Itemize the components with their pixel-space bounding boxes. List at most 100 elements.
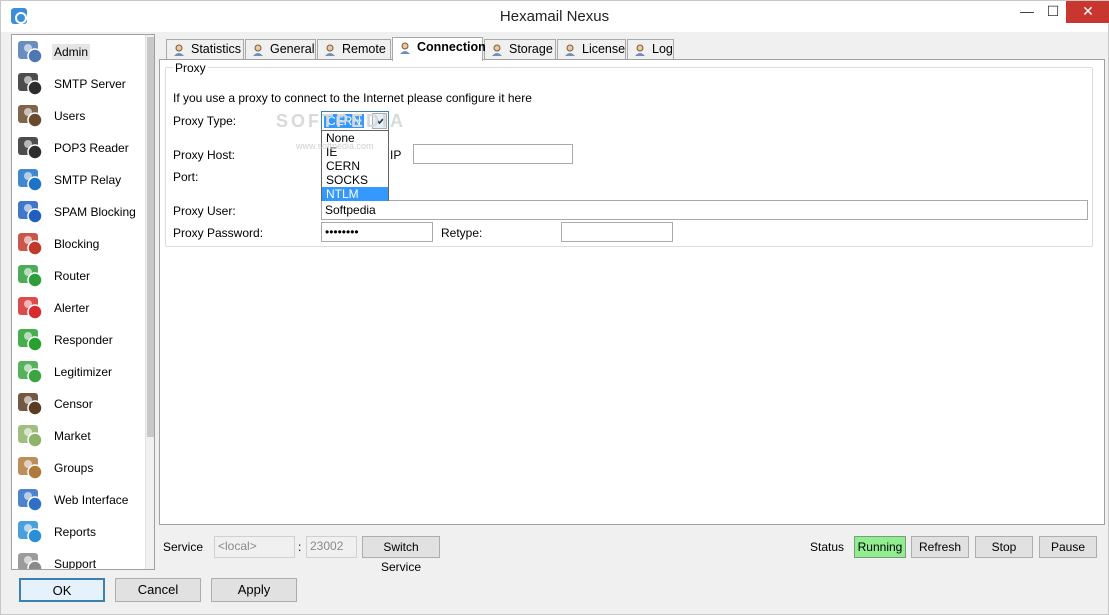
legitimizer-icon — [16, 357, 46, 387]
minimize-button[interactable]: — — [1014, 1, 1040, 23]
alerter-icon — [16, 293, 46, 323]
service-host-input[interactable]: <local> — [214, 536, 295, 558]
sidebar-item-web-interface[interactable]: Web Interface — [14, 484, 142, 516]
retype-password-input[interactable] — [561, 222, 673, 242]
sidebar-item-label: Admin — [52, 44, 91, 60]
service-port-input[interactable]: 23002 — [306, 536, 357, 558]
tab-label: Connection — [417, 40, 486, 54]
status-badge: Running — [854, 536, 906, 558]
sidebar-item-label: Censor — [54, 397, 93, 411]
sidebar-item-label: Market — [54, 429, 91, 443]
sidebar-item-label: Blocking — [54, 237, 100, 251]
window-title: Hexamail Nexus — [499, 8, 610, 25]
tab-general[interactable]: General — [245, 39, 316, 60]
tab-label: Log — [652, 42, 673, 56]
sidebar-item-admin[interactable]: Admin — [14, 36, 142, 68]
proxy-password-label: Proxy Password: — [173, 226, 264, 240]
switch-service-button[interactable]: Switch Service — [362, 536, 440, 574]
censor-icon — [16, 389, 46, 419]
cancel-button[interactable]: Cancel — [115, 578, 201, 602]
sidebar-item-pop3-reader[interactable]: POP3 Reader — [14, 132, 142, 164]
sidebar-item-blocking[interactable]: Blocking — [14, 228, 142, 260]
proxy-ip-label: IP — [390, 148, 402, 162]
sidebar-item-responder[interactable]: Responder — [14, 324, 142, 356]
admin-tab-icon — [323, 43, 337, 57]
proxy-ip-input[interactable] — [413, 144, 573, 164]
module-sidebar: Admin SMTP Server Users POP3 Reader SMTP Rel… — [11, 34, 155, 570]
proxy-password-input[interactable]: •••••••• — [321, 222, 433, 242]
tab-license[interactable]: License — [557, 39, 626, 60]
sidebar-item-alerter[interactable]: Alerter — [14, 292, 142, 324]
title-bar: Hexamail Nexus — ☐ ✕ — [1, 1, 1109, 32]
sidebar-item-support[interactable]: Support — [14, 548, 142, 570]
proxy-type-option-ntlm[interactable]: NTLM — [322, 187, 388, 201]
sidebar-item-market[interactable]: Market — [14, 420, 142, 452]
proxy-type-label: Proxy Type: — [173, 114, 237, 128]
proxy-type-option-cern[interactable]: CERN — [322, 159, 388, 173]
tab-statistics[interactable]: Statistics — [166, 39, 244, 60]
pop3-reader-icon — [16, 133, 46, 163]
tab-log[interactable]: Log — [627, 39, 674, 60]
sidebar-item-label: SMTP Relay — [54, 173, 122, 187]
sidebar-scrollbar[interactable] — [145, 35, 154, 569]
tab-remote[interactable]: Remote — [317, 39, 391, 60]
proxy-intro-text: If you use a proxy to connect to the Int… — [173, 91, 532, 105]
sidebar-item-label: Web Interface — [54, 493, 129, 507]
close-button[interactable]: ✕ — [1066, 1, 1109, 23]
admin-icon — [16, 37, 46, 67]
sidebar-item-reports[interactable]: Reports — [14, 516, 142, 548]
sidebar-item-router[interactable]: Router — [14, 260, 142, 292]
sidebar-item-censor[interactable]: Censor — [14, 388, 142, 420]
sidebar-item-label: Groups — [54, 461, 94, 475]
admin-tab-icon — [633, 43, 647, 57]
sidebar-item-spam-blocking[interactable]: SPAM Blocking — [14, 196, 142, 228]
tab-storage[interactable]: Storage — [484, 39, 556, 60]
pause-button[interactable]: Pause — [1039, 536, 1097, 558]
groups-icon — [16, 453, 46, 483]
apply-button[interactable]: Apply — [211, 578, 297, 602]
admin-tab-icon — [490, 43, 504, 57]
sidebar-item-users[interactable]: Users — [14, 100, 142, 132]
ok-button[interactable]: OK — [19, 578, 105, 602]
spam-blocking-icon — [16, 197, 46, 227]
sidebar-item-label: Responder — [54, 333, 113, 347]
tab-connection[interactable]: Connection — [392, 37, 486, 61]
sidebar-item-legitimizer[interactable]: Legitimizer — [14, 356, 142, 388]
sidebar-item-label: Support — [54, 557, 97, 570]
status-label: Status — [810, 540, 845, 554]
tab-label: Statistics — [191, 42, 242, 56]
service-colon: : — [298, 540, 302, 554]
sidebar-scrollbar-thumb[interactable] — [147, 37, 154, 437]
softpedia-watermark: SOFTPEDIA — [276, 111, 407, 131]
proxy-group: Proxy If you use a proxy to connect to t… — [165, 61, 1093, 247]
admin-tab-icon — [563, 43, 577, 57]
market-icon — [16, 421, 46, 451]
sidebar-item-label: Router — [54, 269, 91, 283]
reports-icon — [16, 517, 46, 547]
proxy-host-label: Proxy Host: — [173, 148, 236, 162]
admin-tab-icon — [251, 43, 265, 57]
stop-button[interactable]: Stop — [975, 536, 1033, 558]
sidebar-item-label: Legitimizer — [54, 365, 113, 379]
sidebar-item-smtp-relay[interactable]: SMTP Relay — [14, 164, 142, 196]
sidebar-item-label: SPAM Blocking — [54, 205, 136, 219]
sidebar-item-label: POP3 Reader — [54, 141, 129, 155]
sidebar-item-label: Users — [54, 109, 86, 123]
tab-label: General — [270, 42, 315, 56]
refresh-button[interactable]: Refresh — [911, 536, 969, 558]
sidebar-item-label: Reports — [54, 525, 97, 539]
retype-label: Retype: — [441, 226, 483, 240]
proxy-type-option-socks[interactable]: SOCKS — [322, 173, 388, 187]
smtp-relay-icon — [16, 165, 46, 195]
sidebar-item-label: Alerter — [54, 301, 90, 315]
blocking-icon — [16, 229, 46, 259]
tab-label: Remote — [342, 42, 386, 56]
support-icon — [16, 549, 46, 569]
softpedia-watermark-url: www.softpedia.com — [296, 141, 374, 151]
sidebar-item-smtp-server[interactable]: SMTP Server — [14, 68, 142, 100]
maximize-button[interactable]: ☐ — [1040, 1, 1066, 23]
proxy-user-input[interactable]: Softpedia — [321, 200, 1088, 220]
admin-tab-icon — [172, 43, 186, 57]
smtp-server-icon — [16, 69, 46, 99]
sidebar-item-groups[interactable]: Groups — [14, 452, 142, 484]
